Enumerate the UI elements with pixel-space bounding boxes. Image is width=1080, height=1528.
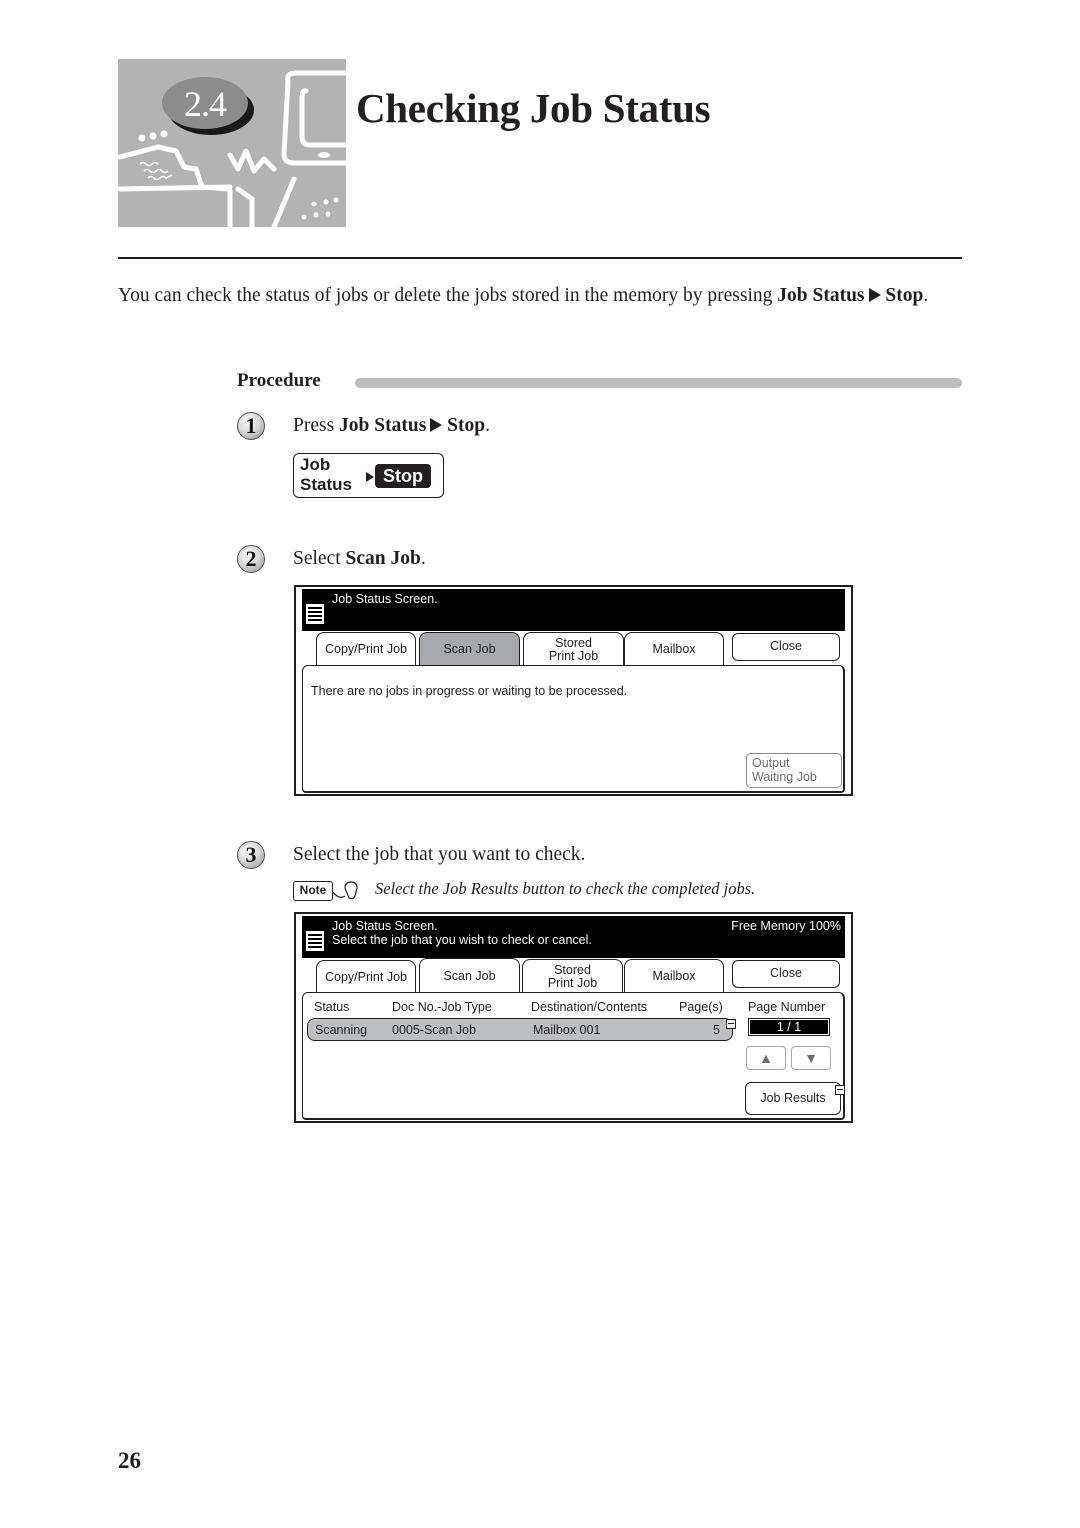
page-number-label: Page Number [748, 1000, 826, 1014]
screen-2-message-bar: Job Status Screen. Select the job that y… [302, 916, 845, 958]
step-2-number: 2 [237, 545, 265, 573]
intro-key-job-status: Job Status [777, 285, 865, 306]
page-number-display: 1 / 1 [748, 1018, 830, 1036]
button-tab-icon [835, 1085, 845, 1095]
column-header-doc-no: Doc No.-Job Type [392, 1000, 492, 1014]
screen-2-message-line2: Select the job that you wish to check or… [332, 933, 592, 947]
step-2-prefix: Select [293, 548, 346, 569]
tab-stored-print-job-line1: Stored [555, 635, 592, 650]
job-status-stop-key: Job Status Stop [293, 453, 444, 498]
page-number-value: 1 / 1 [750, 1020, 828, 1034]
tab-stored-print-job-line2: Print Job [547, 975, 598, 990]
tab-stored-print-job-line2: Print Job [548, 648, 599, 663]
screen-2-content: Status Doc No.-Job Type Destination/Cont… [302, 992, 845, 1120]
tab-stored-print-job[interactable]: Stored Print Job [523, 632, 624, 666]
step-1-number: 1 [237, 412, 265, 440]
job-list-icon [305, 930, 325, 952]
tab-stored-print-job[interactable]: Stored Print Job [522, 959, 623, 993]
scroll-down-button[interactable]: ▼ [791, 1046, 831, 1070]
free-memory-indicator: Free Memory 100% [731, 919, 841, 933]
step-3-text: Select the job that you want to check. [293, 844, 586, 865]
step-1-key-job-status: Job Status [339, 415, 427, 436]
intro-period: . [923, 285, 929, 306]
note-pen-icon [333, 881, 358, 900]
tab-stored-print-job-line1: Stored [554, 962, 591, 977]
step-1-period: . [485, 415, 490, 436]
screen-1-message: Job Status Screen. [332, 592, 438, 606]
screen-2-message-line1: Job Status Screen. [332, 919, 438, 933]
step-3-number: 3 [237, 841, 265, 869]
key-label-job: Job [300, 455, 331, 474]
tab-copy-print-job[interactable]: Copy/Print Job [316, 632, 416, 666]
note-badge: Note [293, 881, 333, 901]
section-number: 2.4 [184, 84, 227, 124]
no-jobs-message: There are no jobs in progress or waiting… [311, 684, 628, 698]
tab-copy-print-job[interactable]: Copy/Print Job [316, 960, 416, 994]
procedure-bar [355, 378, 962, 388]
stop-key-label: Stop [375, 464, 431, 488]
procedure-heading: Procedure [237, 370, 321, 391]
key-label-status: Status [300, 475, 352, 494]
column-header-pages: Page(s) [679, 1000, 723, 1014]
job-status: Scanning [315, 1023, 368, 1037]
scroll-up-button[interactable]: ▲ [746, 1046, 786, 1070]
output-waiting-line1: Output [752, 756, 790, 770]
job-pages: 5 [713, 1023, 720, 1037]
intro-text: You can check the status of jobs or dele… [118, 285, 778, 306]
tab-mailbox[interactable]: Mailbox [624, 959, 724, 993]
job-doc-no: 0005-Scan Job [392, 1023, 477, 1037]
section-header-graphic: 2.4 [118, 59, 346, 227]
column-header-status: Status [314, 1000, 350, 1014]
job-results-button[interactable]: Job Results [745, 1082, 841, 1115]
step-2-period: . [420, 548, 426, 569]
column-header-destination: Destination/Contents [531, 1000, 648, 1014]
close-button[interactable]: Close [732, 633, 840, 661]
arrow-right-icon [868, 288, 881, 302]
step-1-text: Press Job Status Stop. [293, 415, 490, 437]
arrow-right-icon [430, 418, 443, 432]
output-waiting-line2: Waiting Job [752, 770, 817, 784]
job-row[interactable]: Scanning 0005-Scan Job Mailbox 001 5 [307, 1018, 733, 1041]
job-status-screen-2: Job Status Screen. Select the job that y… [294, 912, 853, 1123]
job-destination: Mailbox 001 [533, 1023, 601, 1037]
page-number: 26 [118, 1448, 141, 1473]
close-button[interactable]: Close [732, 960, 840, 988]
tab-scan-job[interactable]: Scan Job [419, 958, 520, 994]
intro-key-stop: Stop [885, 285, 924, 306]
step-2-text: Select Scan Job. [293, 548, 426, 570]
page-title: Checking Job Status [356, 85, 711, 131]
job-list-icon [305, 603, 325, 625]
step-2-scan-job: Scan Job [345, 548, 421, 569]
job-status-screen-1: Job Status Screen. Copy/Print Job Scan J… [294, 585, 853, 796]
tab-mailbox[interactable]: Mailbox [624, 632, 724, 666]
screen-1-content: There are no jobs in progress or waiting… [302, 665, 845, 793]
arrow-right-icon [366, 472, 374, 482]
note-text: Select the Job Results button to check t… [375, 879, 756, 898]
title-divider [118, 257, 962, 259]
section-number-badge: 2.4 [162, 77, 254, 135]
intro-paragraph: You can check the status of jobs or dele… [118, 282, 968, 310]
row-tab-icon [726, 1019, 736, 1029]
tab-scan-job[interactable]: Scan Job [419, 632, 520, 666]
step-1-prefix: Press [293, 415, 340, 436]
output-waiting-job-button[interactable]: Output Waiting Job [746, 753, 842, 788]
screen-2-message: Job Status Screen. Select the job that y… [332, 919, 592, 947]
step-1-key-stop: Stop [447, 415, 486, 436]
screen-1-message-bar: Job Status Screen. [302, 589, 845, 631]
